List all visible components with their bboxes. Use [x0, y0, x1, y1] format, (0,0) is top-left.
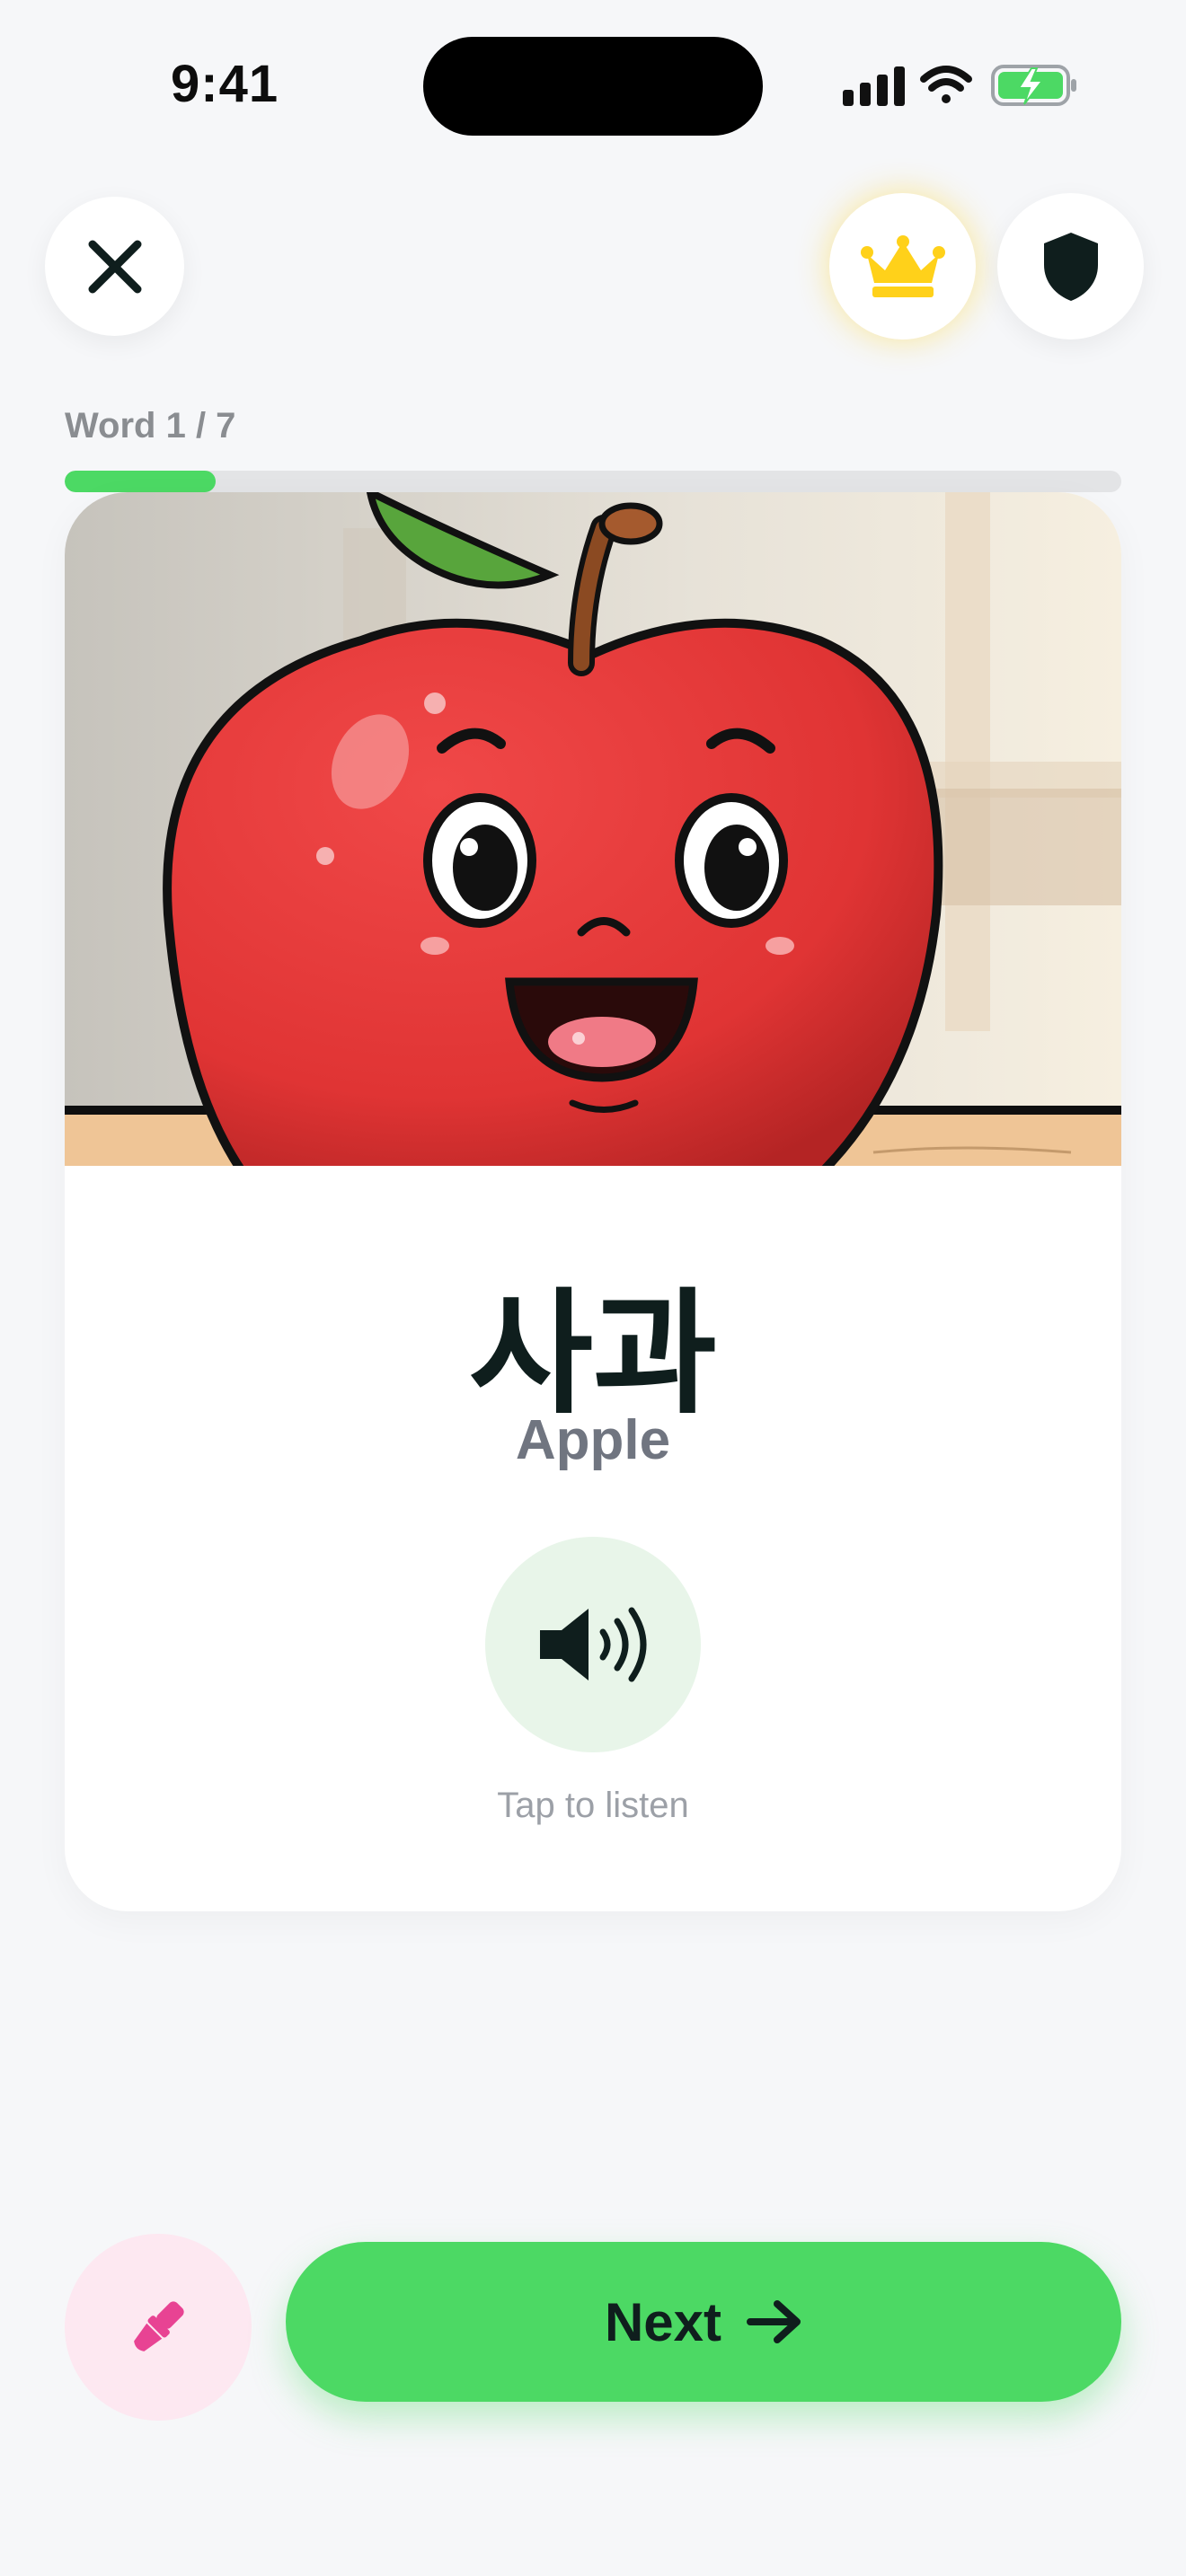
shield-button[interactable] [997, 193, 1144, 340]
word-meaning: Apple [515, 1409, 671, 1471]
status-icons [843, 65, 1076, 106]
speaker-icon [540, 1607, 647, 1682]
crown-icon [860, 234, 945, 297]
status-time: 9:41 [171, 55, 279, 113]
progress-label: Word 1 / 7 [65, 406, 236, 446]
progress-fill [65, 471, 216, 492]
close-icon [88, 240, 141, 293]
battery-charging-icon [991, 65, 1076, 106]
paintbrush-icon [134, 2301, 184, 2351]
shield-icon [1043, 232, 1098, 301]
dynamic-island [423, 37, 763, 136]
next-button-label: Next [604, 2291, 722, 2352]
next-button[interactable]: Next [286, 2242, 1121, 2402]
apple-illustration [65, 492, 1121, 1166]
play-audio-button[interactable] [485, 1537, 701, 1752]
tap-to-listen-label: Tap to listen [497, 1786, 689, 1825]
cellular-signal-icon [843, 66, 905, 106]
arrow-right-icon [747, 2300, 801, 2343]
premium-button[interactable] [829, 193, 976, 340]
close-button[interactable] [45, 197, 184, 336]
wifi-icon [920, 66, 972, 103]
flashcard: 사과 Apple Tap to listen [65, 492, 1121, 1911]
edit-button[interactable] [65, 2234, 252, 2421]
progress-bar [65, 471, 1121, 492]
